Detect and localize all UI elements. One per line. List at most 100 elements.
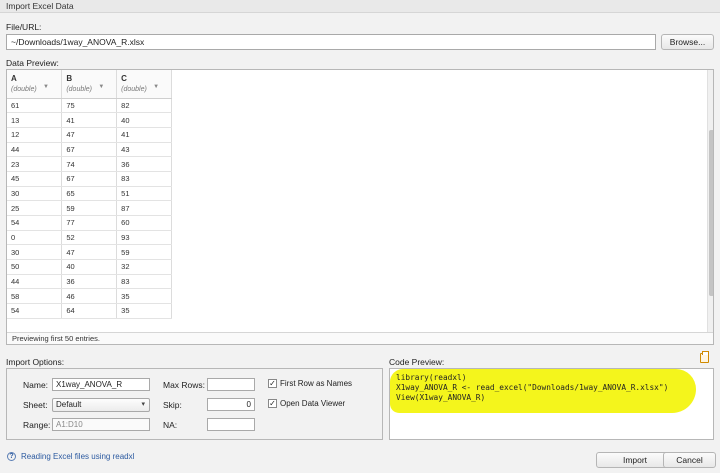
triangle-down-icon[interactable]: ▼ — [153, 84, 159, 90]
table-row: 30 65 51 — [7, 186, 172, 202]
table-row: 44 36 83 — [7, 274, 172, 290]
table-cell: 30 — [7, 186, 63, 202]
table-cell: 47 — [61, 244, 118, 261]
triangle-down-icon[interactable]: ▼ — [43, 84, 49, 90]
table-cell: 60 — [116, 215, 172, 231]
table-cell: 30 — [7, 244, 63, 261]
clipboard-copy-icon[interactable] — [700, 351, 709, 363]
table-row: 54 77 60 — [7, 215, 172, 231]
column-name: A — [11, 74, 17, 83]
table-cell: 44 — [7, 142, 63, 158]
column-type: (double) — [11, 86, 37, 93]
table-cell: 25 — [7, 200, 63, 216]
table-cell: 41 — [61, 112, 118, 128]
triangle-down-icon[interactable]: ▼ — [98, 84, 104, 90]
table-cell: 50 — [7, 259, 63, 275]
table-cell: 67 — [61, 142, 118, 158]
file-url-input[interactable]: ~/Downloads/1way_ANOVA_R.xlsx — [6, 34, 656, 50]
table-row: 25 59 87 — [7, 200, 172, 216]
table-cell: 35 — [116, 303, 172, 319]
table-cell: 93 — [116, 230, 172, 246]
table-cell: 12 — [7, 127, 63, 143]
table-cell: 13 — [7, 112, 63, 128]
sheet-select[interactable]: Default ▾ — [52, 398, 150, 412]
question-circle-icon: ? — [7, 452, 16, 461]
column-type: (double) — [121, 86, 147, 93]
open-viewer-label: Open Data Viewer — [280, 399, 346, 408]
column-header-a[interactable]: A (double) ▼ — [7, 70, 63, 99]
browse-button[interactable]: Browse... — [661, 34, 714, 50]
table-row: 30 47 59 — [7, 244, 172, 261]
table-cell: 75 — [61, 98, 118, 114]
table-cell: 59 — [116, 244, 172, 261]
preview-status: Previewing first 50 entries. — [7, 332, 713, 344]
readxl-help-link[interactable]: Reading Excel files using readxl — [21, 452, 134, 461]
column-header-c[interactable]: C (double) ▼ — [116, 70, 172, 99]
table-cell: 65 — [61, 186, 118, 202]
data-preview-label: Data Preview: — [6, 58, 59, 68]
table-cell: 87 — [116, 200, 172, 216]
table-cell: 35 — [116, 288, 172, 305]
data-preview-table: A (double) ▼ B (double) ▼ C (double) ▼ 6… — [6, 69, 714, 345]
table-row: 58 46 35 — [7, 288, 172, 305]
table-row: 54 64 35 — [7, 303, 172, 319]
table-cell: 46 — [61, 288, 118, 305]
table-cell: 74 — [61, 156, 118, 172]
table-row: 50 40 32 — [7, 259, 172, 275]
table-cell: 36 — [61, 274, 118, 290]
file-url-label: File/URL: — [6, 22, 42, 32]
table-row: 23 74 36 — [7, 156, 172, 172]
sheet-label: Sheet: — [23, 400, 48, 410]
name-label: Name: — [23, 380, 49, 390]
chevron-down-icon: ▾ — [141, 401, 145, 408]
table-row: 13 41 40 — [7, 112, 172, 128]
table-cell: 51 — [116, 186, 172, 202]
vertical-scrollbar[interactable] — [707, 70, 713, 332]
table-cell: 44 — [7, 274, 63, 290]
table-cell: 77 — [61, 215, 118, 231]
table-cell: 36 — [116, 156, 172, 172]
table-cell: 40 — [61, 259, 118, 275]
first-row-label: First Row as Names — [280, 379, 353, 388]
table-cell: 54 — [7, 215, 63, 231]
table-cell: 82 — [116, 98, 172, 114]
window-title: Import Excel Data — [0, 0, 720, 13]
max-rows-label: Max Rows: — [163, 380, 206, 390]
table-cell: 43 — [116, 142, 172, 158]
column-name: C — [121, 74, 127, 83]
header-row: A (double) ▼ B (double) ▼ C (double) ▼ — [7, 70, 172, 99]
code-line: X1way_ANOVA_R <- read_excel("Downloads/1… — [396, 383, 669, 392]
scrollbar-thumb[interactable] — [709, 130, 713, 296]
na-label: NA: — [163, 420, 178, 430]
name-input[interactable]: X1way_ANOVA_R — [52, 378, 150, 391]
open-viewer-checkbox[interactable]: ✓ — [268, 399, 277, 408]
table-cell: 40 — [116, 112, 172, 128]
skip-input[interactable]: 0 — [207, 398, 255, 411]
first-row-checkbox[interactable]: ✓ — [268, 379, 277, 388]
column-header-b[interactable]: B (double) ▼ — [61, 70, 118, 99]
table-cell: 47 — [61, 127, 118, 143]
data-grid: A (double) ▼ B (double) ▼ C (double) ▼ 6… — [7, 70, 172, 319]
import-options-panel: Name: X1way_ANOVA_R Sheet: Default ▾ Ran… — [6, 368, 383, 440]
table-row: 12 47 41 — [7, 127, 172, 143]
table-cell: 64 — [61, 303, 118, 319]
range-input[interactable]: A1:D10 — [52, 418, 150, 431]
na-input[interactable] — [207, 418, 255, 431]
column-name: B — [66, 74, 73, 83]
range-label: Range: — [23, 420, 51, 430]
table-cell: 45 — [7, 171, 63, 187]
table-cell: 54 — [7, 303, 63, 319]
table-cell: 41 — [116, 127, 172, 143]
table-row: 61 75 82 — [7, 98, 172, 114]
table-cell: 61 — [7, 98, 63, 114]
max-rows-input[interactable] — [207, 378, 255, 391]
table-cell: 58 — [7, 288, 63, 305]
code-line: View(X1way_ANOVA_R) — [396, 393, 486, 402]
table-cell: 67 — [61, 171, 118, 187]
table-row: 45 67 83 — [7, 171, 172, 187]
table-cell: 23 — [7, 156, 63, 172]
cancel-button[interactable]: Cancel — [663, 452, 716, 468]
table-cell: 32 — [116, 259, 172, 275]
import-options-label: Import Options: — [6, 357, 65, 367]
table-cell: 52 — [61, 230, 118, 246]
